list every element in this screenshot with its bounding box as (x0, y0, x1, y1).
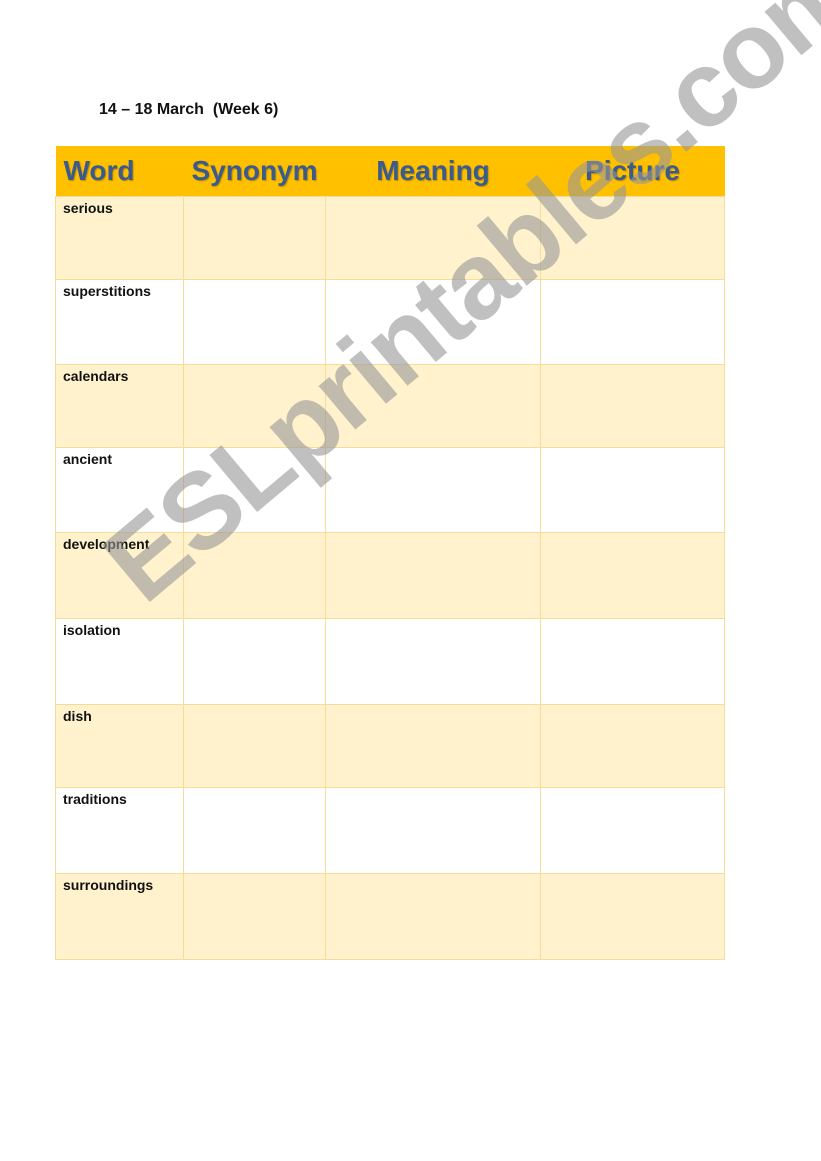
table-row: ancient (55, 447, 725, 533)
word-cell: ancient (55, 447, 184, 533)
header-word: Word (55, 146, 184, 197)
synonym-cell[interactable] (183, 364, 326, 448)
header-meaning: Meaning (325, 146, 541, 197)
picture-cell[interactable] (540, 873, 725, 960)
synonym-cell[interactable] (183, 704, 326, 788)
synonym-cell[interactable] (183, 196, 326, 280)
table-row: superstitions (55, 279, 725, 365)
header-picture: Picture (540, 146, 725, 197)
meaning-cell[interactable] (325, 447, 541, 533)
synonym-cell[interactable] (183, 787, 326, 874)
picture-cell[interactable] (540, 704, 725, 788)
table-row: isolation (55, 618, 725, 705)
meaning-cell[interactable] (325, 787, 541, 874)
synonym-cell[interactable] (183, 447, 326, 533)
date-heading: 14 – 18 March (Week 6) (99, 101, 279, 118)
picture-cell[interactable] (540, 447, 725, 533)
table-row: surroundings (55, 873, 725, 960)
synonym-cell[interactable] (183, 532, 326, 619)
meaning-cell[interactable] (325, 279, 541, 365)
header-synonym: Synonym (183, 146, 326, 197)
word-cell: isolation (55, 618, 184, 705)
synonym-cell[interactable] (183, 618, 326, 705)
table-row: serious (55, 196, 725, 280)
word-cell: superstitions (55, 279, 184, 365)
picture-cell[interactable] (540, 532, 725, 619)
picture-cell[interactable] (540, 196, 725, 280)
picture-cell[interactable] (540, 618, 725, 705)
picture-cell[interactable] (540, 787, 725, 874)
meaning-cell[interactable] (325, 873, 541, 960)
meaning-cell[interactable] (325, 364, 541, 448)
picture-cell[interactable] (540, 279, 725, 365)
table-row: calendars (55, 364, 725, 448)
vocabulary-table: Word Synonym Meaning Picture serious sup… (55, 146, 725, 960)
word-cell: calendars (55, 364, 184, 448)
meaning-cell[interactable] (325, 704, 541, 788)
header-row: Word Synonym Meaning Picture (55, 146, 725, 197)
synonym-cell[interactable] (183, 873, 326, 960)
table-row: development (55, 532, 725, 619)
table-row: traditions (55, 787, 725, 874)
word-cell: development (55, 532, 184, 619)
word-cell: surroundings (55, 873, 184, 960)
synonym-cell[interactable] (183, 279, 326, 365)
picture-cell[interactable] (540, 364, 725, 448)
word-cell: traditions (55, 787, 184, 874)
word-cell: dish (55, 704, 184, 788)
table-row: dish (55, 704, 725, 788)
word-cell: serious (55, 196, 184, 280)
meaning-cell[interactable] (325, 618, 541, 705)
meaning-cell[interactable] (325, 196, 541, 280)
meaning-cell[interactable] (325, 532, 541, 619)
